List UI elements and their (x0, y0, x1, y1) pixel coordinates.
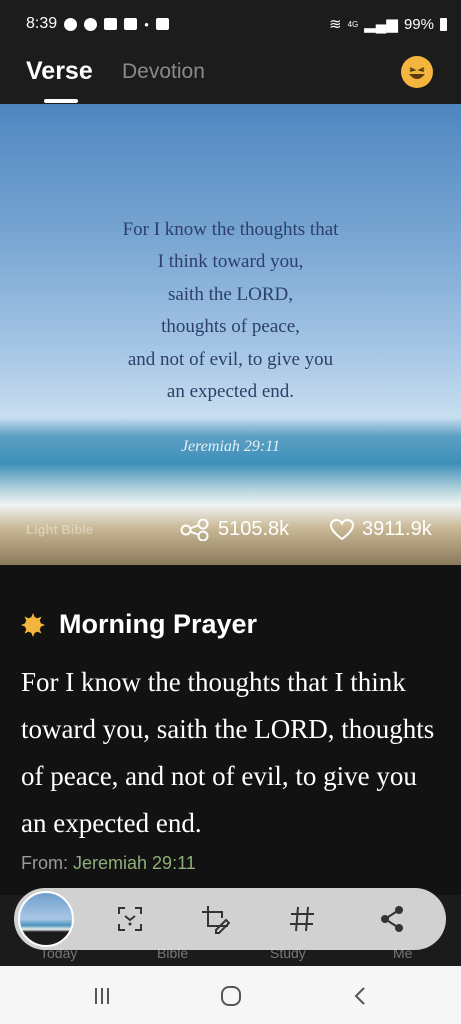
prayer-text: For I know the thoughts that I think tow… (21, 667, 435, 838)
like-count: 3911.9k (362, 518, 432, 540)
tab-devotion[interactable]: Devotion (122, 60, 205, 84)
home-icon[interactable] (220, 985, 242, 1007)
share-icon[interactable] (377, 904, 407, 934)
verse-line: I think toward you, (157, 251, 304, 273)
back-icon[interactable] (350, 985, 372, 1007)
prayer-source: From: Jeremiah 29:11 (21, 853, 196, 874)
battery-percent: 99% (403, 15, 434, 33)
signal-icon: ▂▄▆ (364, 16, 398, 33)
floating-toolbar (14, 888, 446, 950)
wifi-icon: ≋ (329, 16, 342, 33)
screenshot-thumbnail[interactable] (18, 891, 74, 947)
verse-line: saith the LORD, (167, 283, 294, 305)
bible-notification-icon (155, 18, 169, 30)
tab-verse[interactable]: Verse (26, 57, 93, 86)
calendar-icon (104, 18, 118, 30)
from-reference[interactable]: Jeremiah 29:11 (73, 853, 196, 873)
morning-prayer-section: Morning Prayer For I know the thoughts t… (0, 565, 461, 895)
verse-text: For I know the thoughts that I think tow… (0, 214, 461, 408)
hashtag-icon[interactable] (287, 904, 317, 934)
laughing-face-icon[interactable] (401, 56, 433, 88)
verse-line: and not of evil, to give you (127, 348, 334, 370)
status-bar: 8:39 ● ≋ 4G ▂▄▆ 99% (0, 0, 461, 48)
share-icon (180, 518, 209, 541)
prayer-title: Morning Prayer (59, 609, 258, 639)
from-label: From: (21, 853, 68, 873)
status-time: 8:39 (26, 15, 58, 32)
tab-active-indicator (44, 99, 78, 103)
recent-apps-icon[interactable] (91, 985, 113, 1007)
watermark: Light Bible (26, 522, 94, 537)
share-button[interactable]: 5105.8k (180, 518, 289, 541)
network-type: 4G (347, 19, 359, 29)
facebook-icon (64, 17, 78, 31)
verse-line: For I know the thoughts that (122, 219, 339, 240)
like-button[interactable]: 3911.9k (330, 518, 432, 541)
sun-icon (21, 613, 45, 637)
messenger-icon (84, 17, 98, 31)
status-right: ≋ 4G ▂▄▆ 99% (329, 15, 447, 33)
scan-text-icon[interactable] (115, 904, 145, 934)
crop-edit-icon[interactable] (200, 904, 231, 934)
share-count: 5105.8k (218, 518, 290, 540)
system-navigation-bar (0, 966, 461, 1024)
verse-reference: Jeremiah 29:11 (180, 438, 281, 455)
status-left: 8:39 ● (26, 15, 169, 33)
app-header: Verse Devotion (0, 48, 461, 104)
app-notification-icon: ● (144, 19, 149, 29)
verse-line: thoughts of peace, (161, 316, 300, 338)
verse-line: an expected end. (166, 381, 295, 403)
gallery-icon (124, 18, 138, 30)
battery-icon (440, 17, 447, 31)
heart-icon (330, 518, 354, 540)
verse-image-card[interactable]: For I know the thoughts that I think tow… (0, 104, 461, 565)
